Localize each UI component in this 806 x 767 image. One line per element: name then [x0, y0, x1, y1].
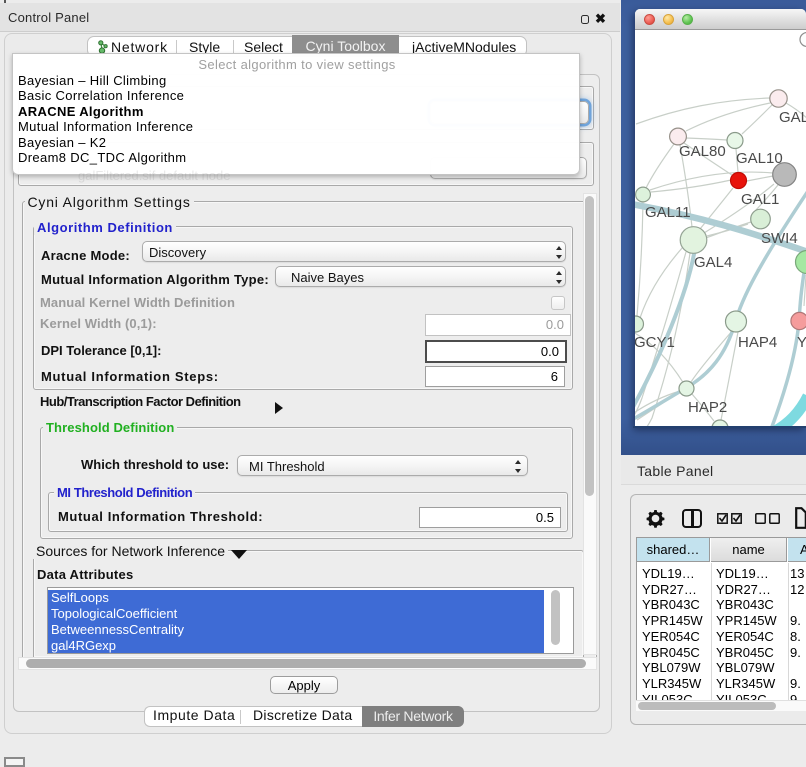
- svg-text:GAL10: GAL10: [736, 150, 783, 167]
- svg-text:GCY1: GCY1: [635, 334, 675, 351]
- svg-text:GAL80: GAL80: [679, 143, 726, 160]
- svg-text:GAL1: GAL1: [741, 191, 779, 208]
- svg-text:HAP2: HAP2: [688, 399, 727, 416]
- svg-text:YD: YD: [797, 334, 806, 351]
- svg-text:GAL2: GAL2: [779, 109, 806, 126]
- svg-text:HAP4: HAP4: [738, 334, 777, 351]
- svg-text:SWI4: SWI4: [761, 230, 798, 247]
- svg-text:GAL11: GAL11: [645, 204, 691, 221]
- svg-text:GAL4: GAL4: [694, 254, 732, 271]
